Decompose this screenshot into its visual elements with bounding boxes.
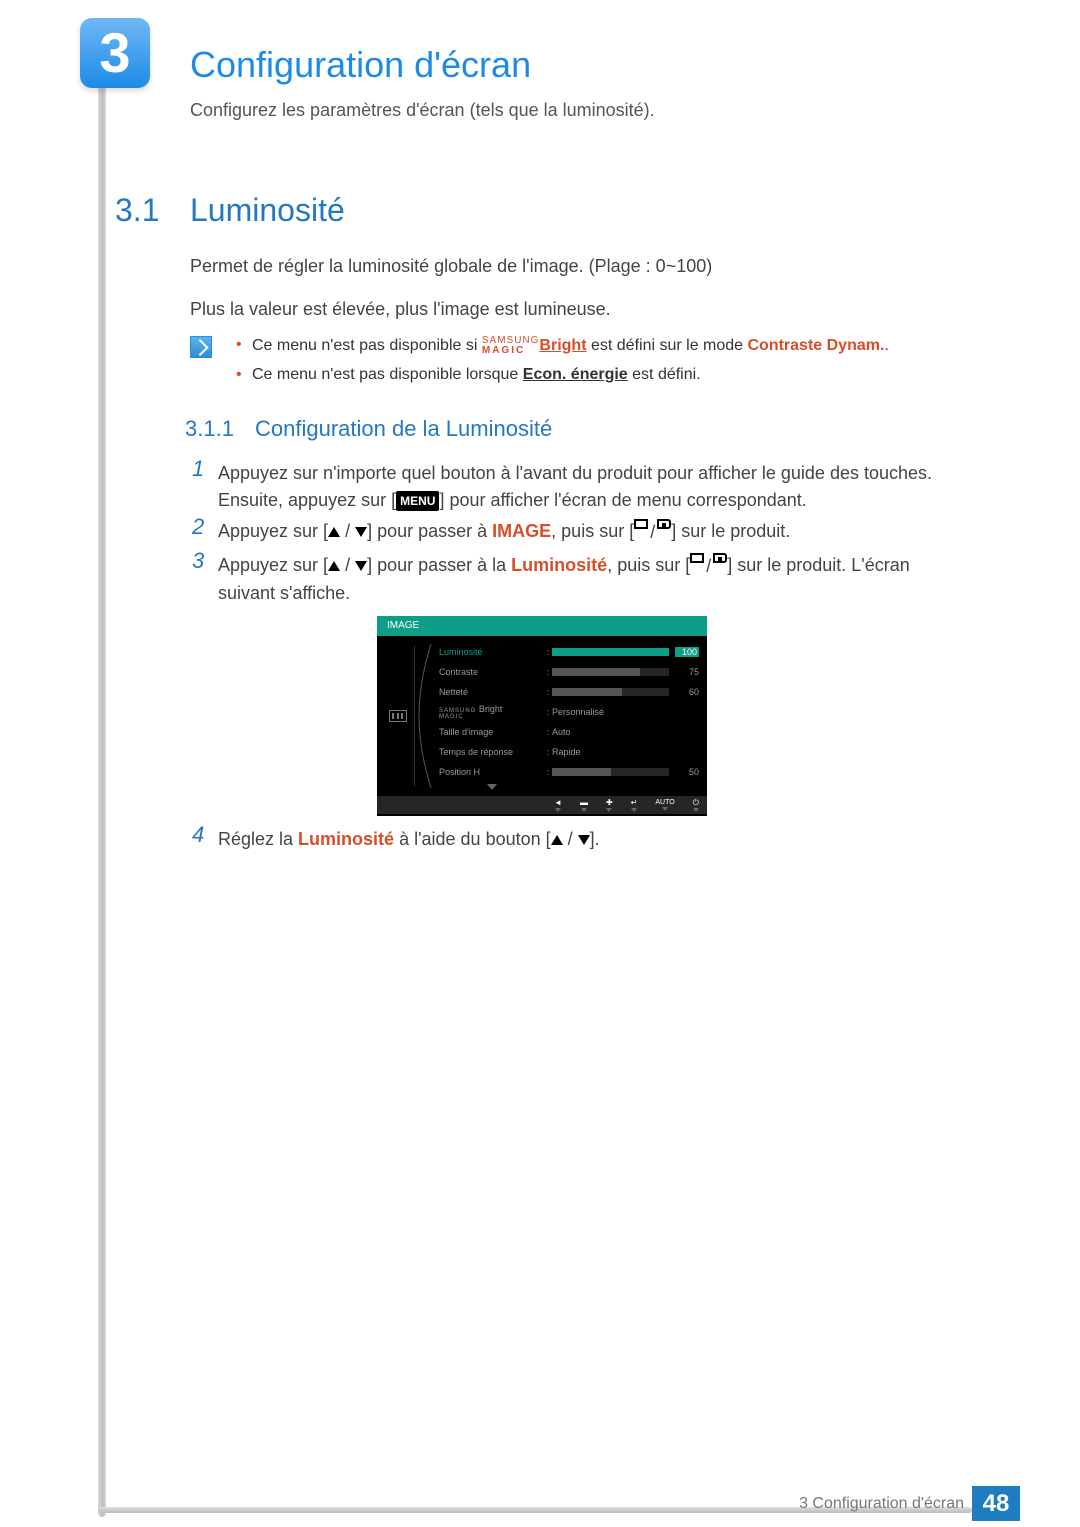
image-category-icon — [389, 710, 407, 722]
note-list: Ce menu n'est pas disponible si SAMSUNGM… — [236, 336, 889, 394]
step-text: Appuyez sur n'importe quel bouton à l'av… — [218, 460, 950, 514]
down-icon — [355, 527, 367, 537]
osd-auto-label: AUTO — [655, 799, 674, 811]
step-text: Appuyez sur [ / ] pour passer à la Lumin… — [218, 552, 950, 607]
down-icon — [355, 561, 367, 571]
osd-enter-icon: ↵ — [631, 799, 638, 812]
source-enter-icon: / — [690, 553, 727, 580]
chapter-badge: 3 — [80, 18, 150, 88]
down-icon — [578, 835, 590, 845]
page-number: 48 — [972, 1486, 1020, 1521]
step-number: 1 — [192, 456, 204, 482]
luminosite-label: Luminosité — [511, 555, 607, 575]
side-rail — [98, 26, 106, 1517]
econ-energie-link[interactable]: Econ. énergie — [523, 366, 628, 383]
step-text: Réglez la Luminosité à l'aide du bouton … — [218, 826, 950, 853]
up-icon — [551, 835, 563, 845]
osd-header: IMAGE — [377, 616, 707, 636]
section-number: 3.1 — [115, 192, 159, 229]
osd-category-panel — [381, 646, 415, 786]
osd-plus-icon: ✚ — [606, 799, 613, 812]
step-number: 2 — [192, 514, 204, 540]
chapter-subtitle: Configurez les paramètres d'écran (tels … — [190, 100, 655, 121]
chapter-number: 3 — [99, 25, 130, 81]
subsection-title: Configuration de la Luminosité — [255, 416, 552, 442]
image-label: IMAGE — [492, 521, 551, 541]
luminosite-label: Luminosité — [298, 829, 394, 849]
bright-link[interactable]: Bright — [539, 337, 586, 354]
osd-row-nettete: Netteté: 60 — [439, 682, 699, 702]
osd-curve — [417, 644, 433, 788]
section-title: Luminosité — [190, 192, 345, 229]
subsection-number: 3.1.1 — [185, 416, 234, 442]
scroll-down-icon — [487, 784, 497, 790]
source-enter-icon: / — [634, 519, 671, 546]
body-paragraph: Plus la valeur est élevée, plus l'image … — [190, 296, 611, 322]
osd-row-magic-bright: SAMSUNGMAGIC Bright: Personnalisé — [439, 702, 699, 722]
osd-footer: ◄ ▬ ✚ ↵ AUTO ⏻ — [377, 796, 707, 814]
osd-row-position-h: Position H: 50 — [439, 762, 699, 782]
step-text: Appuyez sur [ / ] pour passer à IMAGE, p… — [218, 518, 950, 546]
up-icon — [328, 527, 340, 537]
contrast-dynam-text: Contraste Dynam. — [748, 337, 885, 354]
osd-menu-screenshot: IMAGE Luminosité: 100 Contraste: 75 Nett… — [377, 616, 707, 816]
step-number: 3 — [192, 548, 204, 574]
menu-button-icon: MENU — [396, 491, 439, 511]
up-icon — [328, 561, 340, 571]
chapter-title: Configuration d'écran — [190, 44, 531, 86]
osd-minus-icon: ▬ — [580, 799, 588, 812]
osd-power-icon: ⏻ — [693, 799, 699, 812]
osd-row-temps: Temps de réponse: Rapide — [439, 742, 699, 762]
note-item: Ce menu n'est pas disponible si SAMSUNGM… — [236, 336, 889, 356]
osd-row-taille: Taille d'image: Auto — [439, 722, 699, 742]
body-paragraph: Permet de régler la luminosité globale d… — [190, 253, 712, 279]
step-number: 4 — [192, 822, 204, 848]
footer-chapter-label: 3 Configuration d'écran — [799, 1495, 964, 1513]
note-icon — [190, 336, 212, 358]
osd-row-luminosite: Luminosité: 100 — [439, 642, 699, 662]
osd-back-icon: ◄ — [554, 799, 562, 812]
samsung-magic-logo: SAMSUNGMAGIC — [482, 336, 540, 356]
note-item: Ce menu n'est pas disponible lorsque Eco… — [236, 366, 889, 384]
osd-row-contraste: Contraste: 75 — [439, 662, 699, 682]
